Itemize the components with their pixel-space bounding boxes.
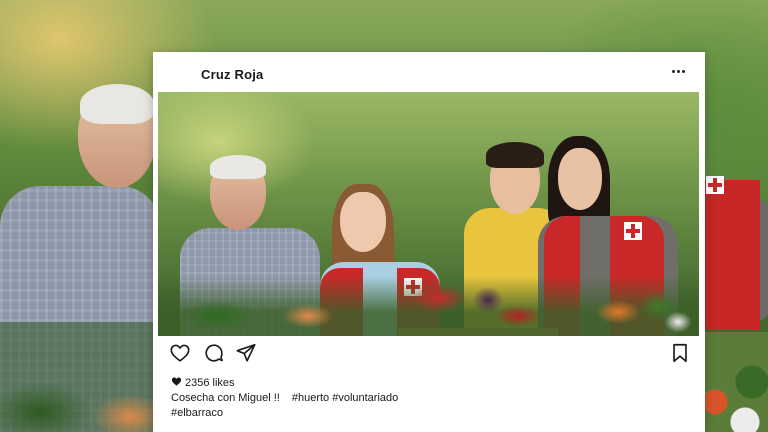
red-cross-icon — [706, 176, 724, 194]
more-options-icon[interactable] — [671, 66, 687, 76]
caption-text: Cosecha con Miguel !! — [171, 392, 280, 404]
post-caption: Cosecha con Miguel !! #huerto #voluntaria… — [171, 391, 691, 421]
likes-label: 2356 likes — [185, 377, 235, 389]
heart-filled-icon — [171, 377, 182, 386]
likes-count[interactable]: 2356 likes — [171, 376, 235, 389]
red-cross-icon — [624, 222, 642, 240]
background-volunteer — [700, 170, 768, 432]
social-post-card: Cruz Roja 2356 likes Cosecha con Miguel … — [153, 52, 705, 432]
caption-hashtags[interactable]: #huerto #voluntariado — [292, 392, 398, 404]
post-photo[interactable] — [158, 92, 699, 336]
background-vegetables — [0, 322, 160, 432]
post-header: Cruz Roja — [153, 52, 705, 92]
post-username[interactable]: Cruz Roja — [201, 67, 263, 82]
caption-hashtag-line2[interactable]: #elbarraco — [171, 407, 223, 419]
bookmark-icon[interactable] — [669, 342, 691, 364]
comment-icon[interactable] — [203, 342, 225, 364]
post-actions-bar — [153, 342, 705, 366]
heart-icon[interactable] — [169, 342, 191, 364]
send-icon[interactable] — [235, 342, 257, 364]
harvest-vegetables — [158, 276, 699, 336]
